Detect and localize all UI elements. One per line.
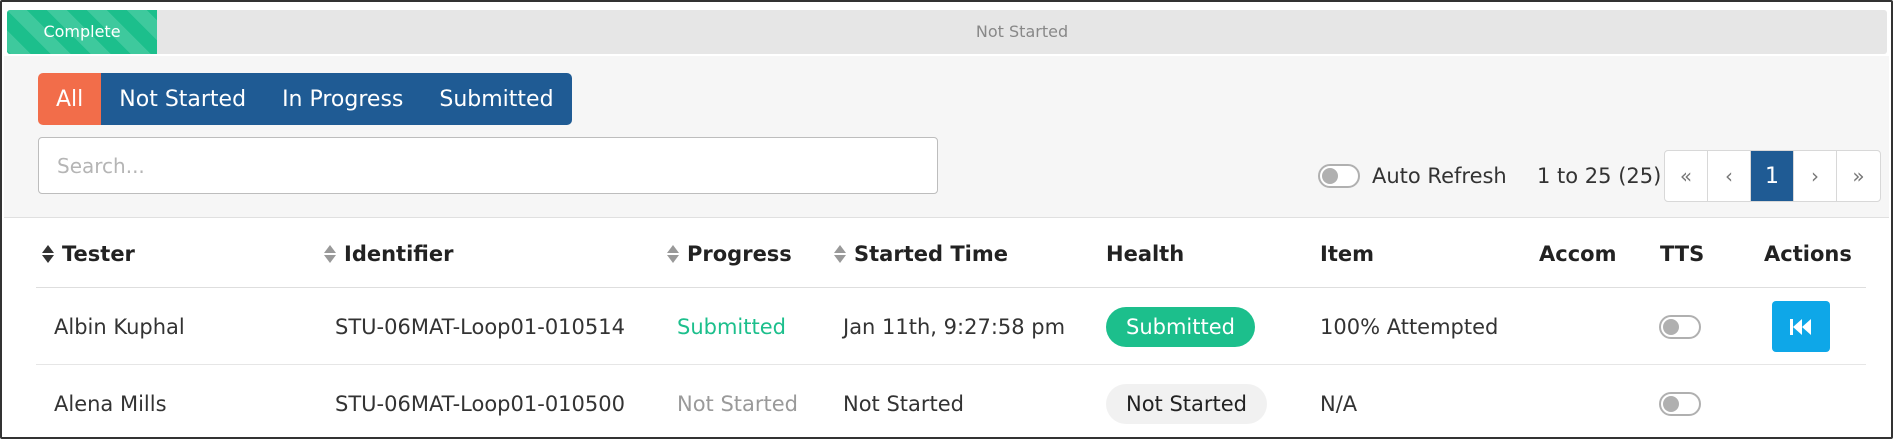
actions-cell: [1772, 288, 1830, 365]
last-page-button[interactable]: »: [1837, 151, 1880, 201]
filter-submitted-button[interactable]: Submitted: [421, 73, 572, 125]
progress-status: Submitted: [677, 314, 786, 339]
search-input[interactable]: [38, 137, 938, 194]
first-page-button[interactable]: «: [1665, 151, 1708, 201]
column-header-label: Tester: [62, 242, 135, 266]
item-status: N/A: [1320, 391, 1358, 416]
auto-refresh-control: Auto Refresh: [1318, 161, 1507, 191]
tester-identifier: STU-06MAT-Loop01-010514: [335, 314, 625, 339]
sort-icon: [42, 245, 54, 263]
previous-page-button[interactable]: ‹: [1708, 151, 1751, 201]
column-header-actions: Actions: [1764, 242, 1852, 266]
started-time: Jan 11th, 9:27:58 pm: [843, 314, 1066, 339]
column-header-label: Identifier: [344, 242, 454, 266]
progress-status: Not Started: [677, 391, 799, 416]
tts-cell: [1659, 365, 1701, 437]
next-page-button[interactable]: ›: [1794, 151, 1837, 201]
item-status: 100% Attempted: [1320, 314, 1499, 339]
test-monitor-panel: Complete Not Started All Not Started In …: [0, 0, 1893, 439]
filter-panel: All Not Started In Progress Submitted Au…: [4, 56, 1889, 218]
started-time: Not Started: [843, 391, 965, 416]
column-header-started-time[interactable]: Started Time: [834, 220, 1008, 288]
tts-toggle[interactable]: [1659, 391, 1701, 416]
table-header: Tester Identifier Progress Started Time …: [36, 220, 1866, 288]
filter-not-started-button[interactable]: Not Started: [101, 73, 265, 125]
tts-toggle[interactable]: [1659, 314, 1701, 339]
rewind-button[interactable]: [1772, 301, 1830, 352]
column-header-label: Started Time: [854, 242, 1008, 266]
column-header-tts: TTS: [1660, 242, 1705, 266]
toggle-knob: [1322, 168, 1338, 184]
page-range-label: 1 to 25 (25): [1537, 164, 1662, 188]
health-cell: Submitted: [1106, 288, 1255, 365]
auto-refresh-label: Auto Refresh: [1372, 164, 1507, 188]
testers-table: Tester Identifier Progress Started Time …: [36, 220, 1866, 437]
tester-identifier: STU-06MAT-Loop01-010500: [335, 391, 625, 416]
sort-icon: [834, 245, 846, 263]
pagination: « ‹ 1 › »: [1664, 150, 1881, 202]
tester-name: Albin Kuphal: [54, 314, 185, 339]
overall-progress-bar: Complete Not Started: [7, 10, 1887, 54]
column-header-accom: Accom: [1539, 242, 1617, 266]
table-row: Albin Kuphal STU-06MAT-Loop01-010514 Sub…: [36, 288, 1866, 365]
health-badge: Not Started: [1106, 383, 1268, 424]
health-badge: Submitted: [1106, 306, 1255, 347]
sort-icon: [324, 245, 336, 263]
tts-cell: [1659, 288, 1701, 365]
table-row: Alena Mills STU-06MAT-Loop01-010500 Not …: [36, 365, 1866, 437]
progress-complete-label: Complete: [43, 22, 121, 41]
toggle-knob: [1663, 395, 1679, 412]
toggle-knob: [1663, 318, 1679, 335]
health-cell: Not Started: [1106, 365, 1268, 437]
rewind-icon: [1790, 318, 1811, 335]
status-filter-group: All Not Started In Progress Submitted: [38, 73, 572, 125]
column-header-health: Health: [1106, 242, 1185, 266]
progress-not-started-label: Not Started: [975, 22, 1069, 41]
tester-name: Alena Mills: [54, 391, 167, 416]
auto-refresh-toggle[interactable]: [1318, 164, 1360, 188]
filter-in-progress-button[interactable]: In Progress: [264, 73, 422, 125]
column-header-tester[interactable]: Tester: [42, 220, 135, 288]
filter-all-button[interactable]: All: [38, 73, 102, 125]
column-header-identifier[interactable]: Identifier: [324, 220, 453, 288]
column-header-label: Progress: [687, 242, 792, 266]
column-header-item: Item: [1320, 242, 1374, 266]
column-header-progress[interactable]: Progress: [667, 220, 792, 288]
sort-icon: [667, 245, 679, 263]
current-page-button[interactable]: 1: [1751, 151, 1794, 201]
progress-segment-complete: Complete: [7, 10, 157, 54]
progress-segment-not-started: Not Started: [157, 10, 1887, 54]
